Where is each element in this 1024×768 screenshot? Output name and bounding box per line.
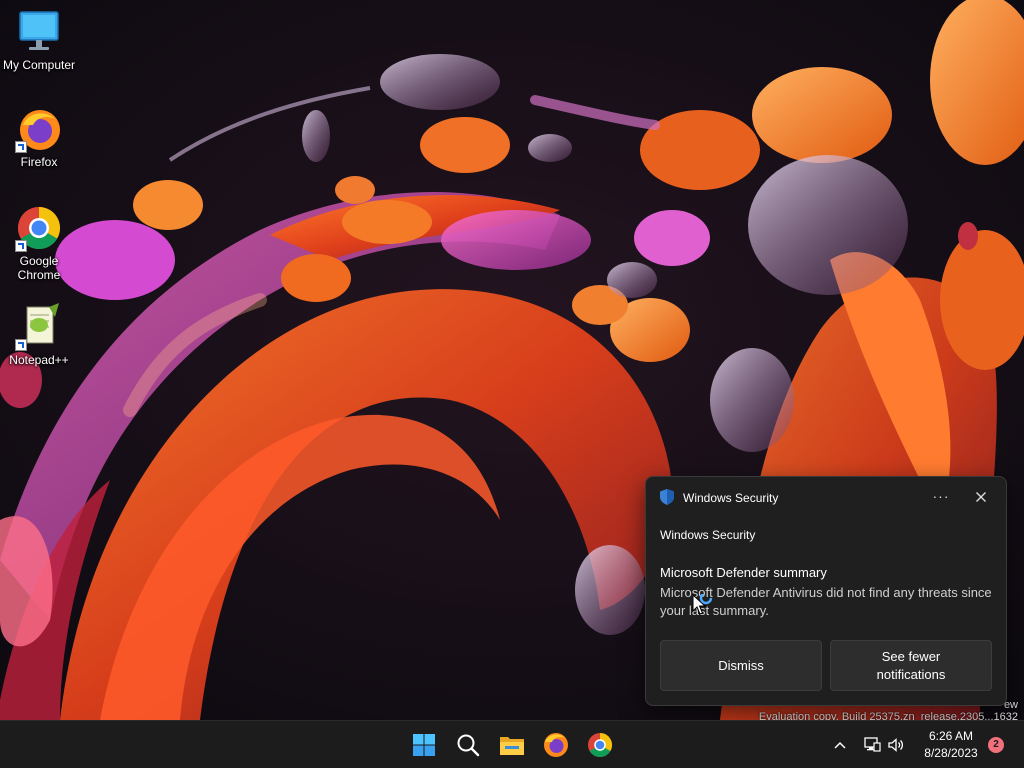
- toast-header: Windows Security: [660, 488, 779, 508]
- desktop-icon-label: Firefox: [20, 155, 58, 169]
- network-button[interactable]: [862, 735, 882, 755]
- more-options-button[interactable]: ···: [929, 487, 953, 507]
- start-icon: [413, 734, 435, 756]
- desktop-icon-label: Google Chrome: [17, 254, 61, 282]
- shortcut-arrow-icon: [15, 240, 27, 252]
- see-fewer-notifications-button[interactable]: See fewer notifications: [830, 640, 992, 691]
- notification-toast[interactable]: Windows Security ··· Windows Security Mi…: [645, 476, 1007, 706]
- chrome-icon: [15, 204, 63, 252]
- clock-date: 8/28/2023: [924, 746, 978, 760]
- search-button[interactable]: [452, 729, 484, 761]
- toast-title: Microsoft Defender summary: [660, 565, 827, 580]
- desktop-icon-label: My Computer: [2, 58, 76, 72]
- desktop-icon-label: Notepad++: [9, 353, 69, 367]
- chrome-icon: [588, 733, 613, 758]
- taskbar: 6:26 AM 8/28/2023 2: [0, 720, 1024, 768]
- search-icon: [457, 734, 480, 757]
- firefox-icon: [544, 733, 568, 757]
- desktop-icon-my-computer[interactable]: My Computer: [0, 8, 79, 72]
- toast-app-name: Windows Security: [683, 491, 779, 505]
- close-icon: [976, 492, 986, 502]
- file-explorer-button[interactable]: [496, 729, 528, 761]
- mouse-cursor-icon: [692, 594, 713, 615]
- shortcut-arrow-icon: [15, 339, 27, 351]
- firefox-icon: [15, 105, 63, 153]
- desktop-icon-notepadpp[interactable]: Notepad++: [0, 303, 79, 367]
- taskbar-firefox-button[interactable]: [540, 729, 572, 761]
- clock[interactable]: 6:26 AM 8/28/2023: [914, 728, 988, 762]
- notepadpp-icon: [15, 303, 63, 351]
- monitor-icon: [15, 8, 63, 56]
- network-icon: [864, 737, 881, 752]
- shield-icon: [660, 488, 674, 508]
- chevron-up-icon: [834, 741, 846, 749]
- dismiss-button[interactable]: Dismiss: [660, 640, 822, 691]
- volume-icon: [888, 738, 904, 752]
- start-button[interactable]: [408, 729, 440, 761]
- toast-subheading: Windows Security: [660, 528, 756, 542]
- close-button[interactable]: [971, 487, 991, 507]
- show-hidden-icons-button[interactable]: [830, 735, 850, 755]
- shortcut-arrow-icon: [15, 141, 27, 153]
- file-explorer-icon: [500, 737, 524, 755]
- desktop-icon-firefox[interactable]: Firefox: [0, 105, 79, 169]
- volume-button[interactable]: [886, 735, 906, 755]
- taskbar-chrome-button[interactable]: [584, 729, 616, 761]
- clock-time: 6:26 AM: [928, 729, 974, 743]
- notification-count-badge[interactable]: 2: [988, 737, 1004, 753]
- desktop-icon-google-chrome[interactable]: Google Chrome: [0, 204, 79, 282]
